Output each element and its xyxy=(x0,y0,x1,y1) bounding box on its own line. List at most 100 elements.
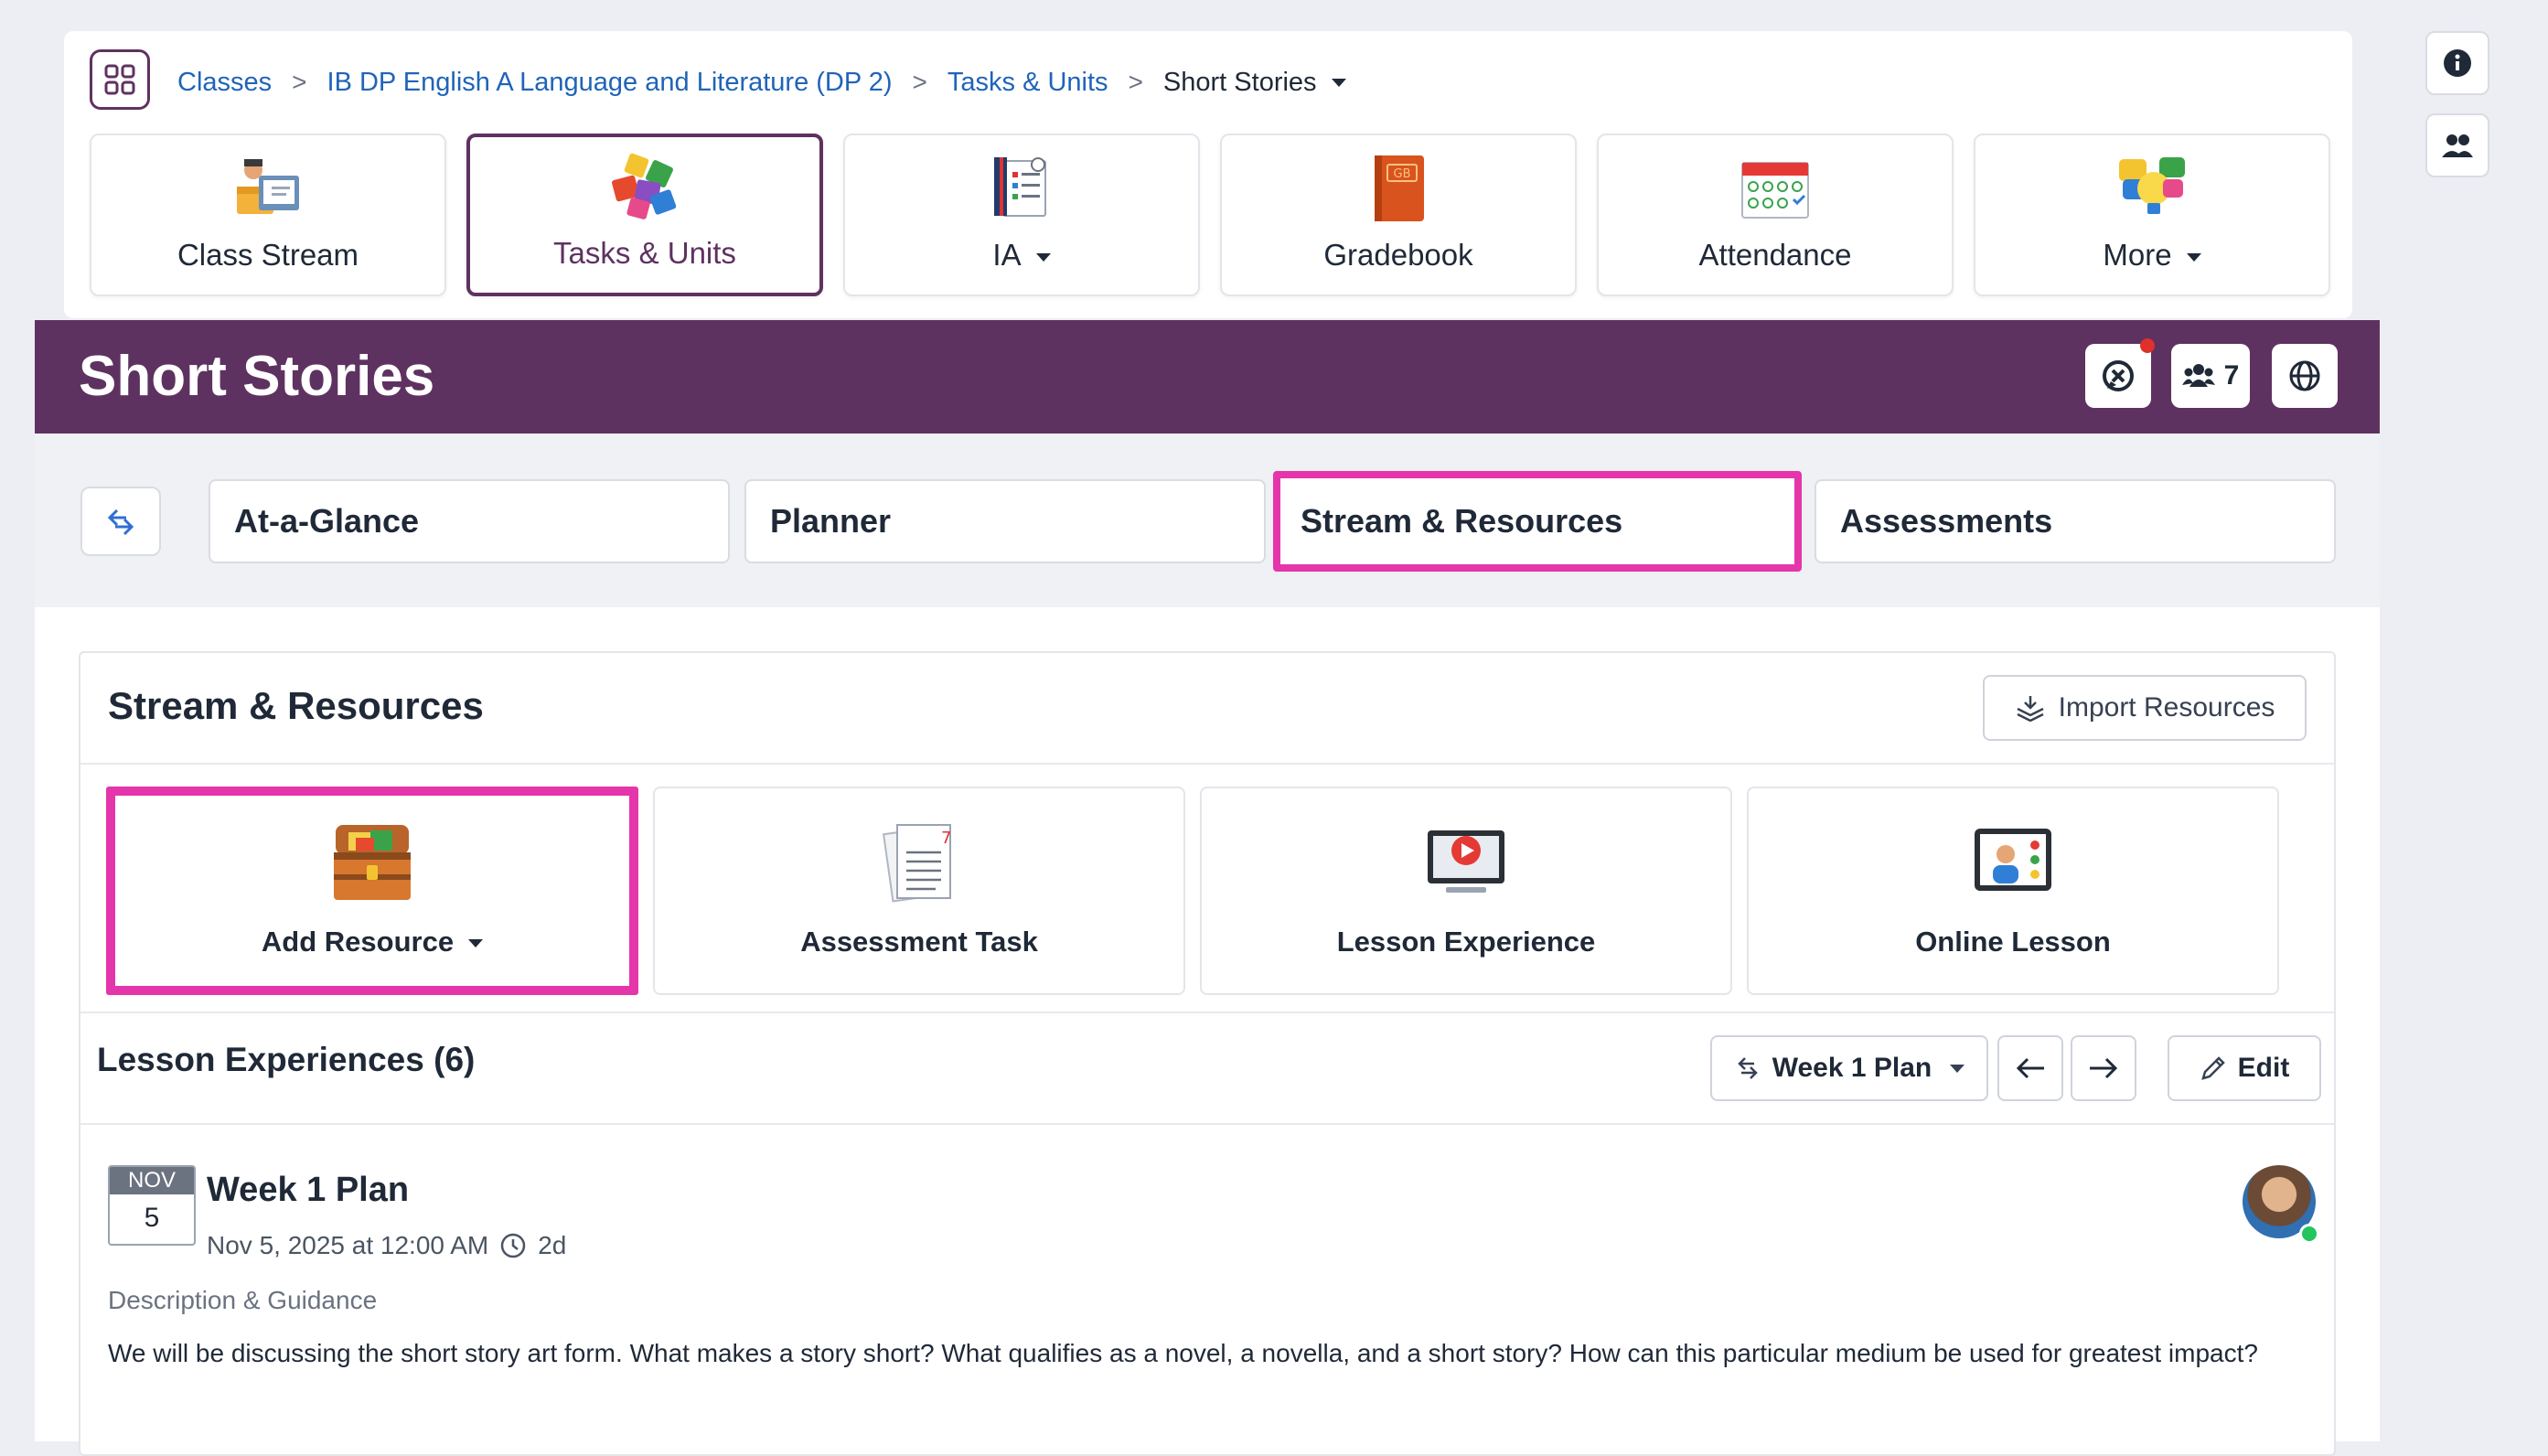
participants-count: 7 xyxy=(2223,360,2240,391)
tile-tasks-units[interactable]: Tasks & Units xyxy=(466,134,823,296)
treasure-chest-icon xyxy=(334,825,411,900)
gradebook-icon: GB xyxy=(1375,155,1424,221)
arrow-right-icon xyxy=(2090,1057,2118,1079)
apps-grid-button[interactable] xyxy=(90,49,150,110)
tile-label: Add Resource xyxy=(261,926,484,958)
edit-button[interactable]: Edit xyxy=(2168,1035,2321,1101)
chevron-down-icon xyxy=(2186,252,2201,262)
lesson-experiences-title: Lesson Experiences (6) xyxy=(97,1041,476,1078)
tab-assessments[interactable]: Assessments xyxy=(1815,479,2336,563)
tile-class-stream[interactable]: Class Stream xyxy=(90,134,446,296)
lesson-title[interactable]: Week 1 Plan xyxy=(207,1171,409,1210)
attendance-calendar-icon xyxy=(1741,162,1809,219)
tile-label: IA xyxy=(992,238,1051,273)
unit-subnav: At-a-Glance Planner Stream & Resources A… xyxy=(35,434,2380,607)
breadcrumb-classes[interactable]: Classes xyxy=(177,68,272,98)
online-lesson-icon xyxy=(1975,829,2051,891)
tile-label: Tasks & Units xyxy=(553,236,736,270)
tile-label-text: More xyxy=(2103,238,2172,272)
class-nav-card: Classes > IB DP English A Language and L… xyxy=(64,31,2352,318)
participants-button[interactable]: 7 xyxy=(2171,344,2250,408)
lesson-duration: 2d xyxy=(538,1231,567,1259)
lesson-experiences-header: Lesson Experiences (6) Week 1 Plan Edit xyxy=(80,1012,2334,1125)
swap-arrows-icon xyxy=(1737,1057,1758,1079)
add-resource-button[interactable]: Add Resource xyxy=(106,787,638,995)
edit-label: Edit xyxy=(2237,1053,2290,1083)
tile-label: Class Stream xyxy=(177,238,359,272)
breadcrumb-tasks-units[interactable]: Tasks & Units xyxy=(947,68,1108,98)
breadcrumb-separator: > xyxy=(292,68,307,96)
lesson-meta: Nov 5, 2025 at 12:00 AM 2d xyxy=(207,1231,566,1260)
date-day: 5 xyxy=(144,1203,160,1233)
breadcrumb-separator: > xyxy=(1128,68,1143,96)
lesson-experience-button[interactable]: Lesson Experience xyxy=(1200,787,1732,995)
class-stream-icon xyxy=(237,159,299,214)
stream-resources-header: Stream & Resources Import Resources xyxy=(80,653,2334,765)
lightbulb-icon xyxy=(2119,157,2185,214)
tile-gradebook[interactable]: GB Gradebook xyxy=(1220,134,1577,296)
breadcrumb-current-label: Short Stories xyxy=(1162,67,1317,97)
svg-text:7: 7 xyxy=(941,829,951,848)
tile-label: More xyxy=(2103,238,2201,273)
chevron-down-icon xyxy=(468,939,484,948)
tile-more[interactable]: More xyxy=(1974,134,2330,296)
main-content: Stream & Resources Import Resources Add … xyxy=(35,607,2380,1456)
breadcrumb: Classes > IB DP English A Language and L… xyxy=(177,64,1346,101)
tile-attendance[interactable]: Attendance xyxy=(1597,134,1954,296)
chat-icon xyxy=(2103,360,2134,391)
class-tiles: Class Stream Tasks & Units IA GB Gradebo… xyxy=(90,134,2330,296)
tile-label: Lesson Experience xyxy=(1336,926,1596,958)
tab-stream-resources[interactable]: Stream & Resources xyxy=(1273,471,1802,572)
unit-banner: Short Stories 7 xyxy=(35,320,2380,434)
tile-label: Assessment Task xyxy=(800,926,1038,958)
swap-arrows-icon xyxy=(107,509,134,536)
tile-label-text: IA xyxy=(992,238,1022,272)
video-monitor-icon xyxy=(1428,830,1504,893)
globe-icon xyxy=(2289,360,2320,391)
stream-resources-card: Stream & Resources Import Resources Add … xyxy=(79,651,2336,1456)
clock-icon xyxy=(500,1233,526,1258)
tile-label: Online Lesson xyxy=(1915,926,2111,958)
assessment-doc-icon: 7 xyxy=(882,824,951,903)
import-layers-icon xyxy=(2017,696,2044,722)
assessment-task-button[interactable]: 7 Assessment Task xyxy=(653,787,1185,995)
breadcrumb-separator: > xyxy=(912,68,927,96)
grid-icon xyxy=(104,64,135,95)
import-resources-button[interactable]: Import Resources xyxy=(1983,675,2307,741)
info-button[interactable] xyxy=(2425,31,2489,95)
online-status-dot xyxy=(2299,1224,2319,1244)
date-badge: NOV 5 xyxy=(108,1165,196,1246)
tab-at-a-glance[interactable]: At-a-Glance xyxy=(209,479,730,563)
tile-label: Attendance xyxy=(1698,238,1852,272)
chevron-down-icon xyxy=(1035,252,1051,262)
tab-planner[interactable]: Planner xyxy=(744,479,1266,563)
page-title: Short Stories xyxy=(79,345,435,408)
puzzle-icon xyxy=(612,153,677,219)
notification-dot xyxy=(2140,338,2155,353)
svg-text:GB: GB xyxy=(1394,167,1411,181)
tile-ia[interactable]: IA xyxy=(843,134,1200,296)
date-month: NOV xyxy=(110,1167,194,1194)
switch-view-button[interactable] xyxy=(80,487,161,556)
add-resource-label: Add Resource xyxy=(261,926,455,958)
arrow-left-icon xyxy=(2016,1057,2044,1079)
chat-button[interactable] xyxy=(2085,338,2155,408)
chevron-down-icon xyxy=(1331,79,1346,88)
users-icon xyxy=(2442,134,2473,157)
import-resources-label: Import Resources xyxy=(2058,692,2275,723)
info-icon xyxy=(2444,49,2471,77)
users-icon xyxy=(2181,364,2215,387)
previous-button[interactable] xyxy=(1997,1035,2063,1101)
plan-select[interactable]: Week 1 Plan xyxy=(1710,1035,1988,1101)
pencil-icon xyxy=(2200,1056,2225,1080)
resource-actions: Add Resource 7 Assessment Task Lesson Ex… xyxy=(106,787,2279,995)
section-title: Stream & Resources xyxy=(108,684,484,727)
tile-label: Gradebook xyxy=(1323,238,1473,272)
online-lesson-button[interactable]: Online Lesson xyxy=(1747,787,2279,995)
breadcrumb-class[interactable]: IB DP English A Language and Literature … xyxy=(327,68,893,98)
people-button[interactable] xyxy=(2425,113,2489,177)
next-button[interactable] xyxy=(2071,1035,2136,1101)
globe-button[interactable] xyxy=(2272,344,2338,408)
lesson-datetime: Nov 5, 2025 at 12:00 AM xyxy=(207,1231,489,1259)
breadcrumb-current-unit[interactable]: Short Stories xyxy=(1163,68,1346,98)
